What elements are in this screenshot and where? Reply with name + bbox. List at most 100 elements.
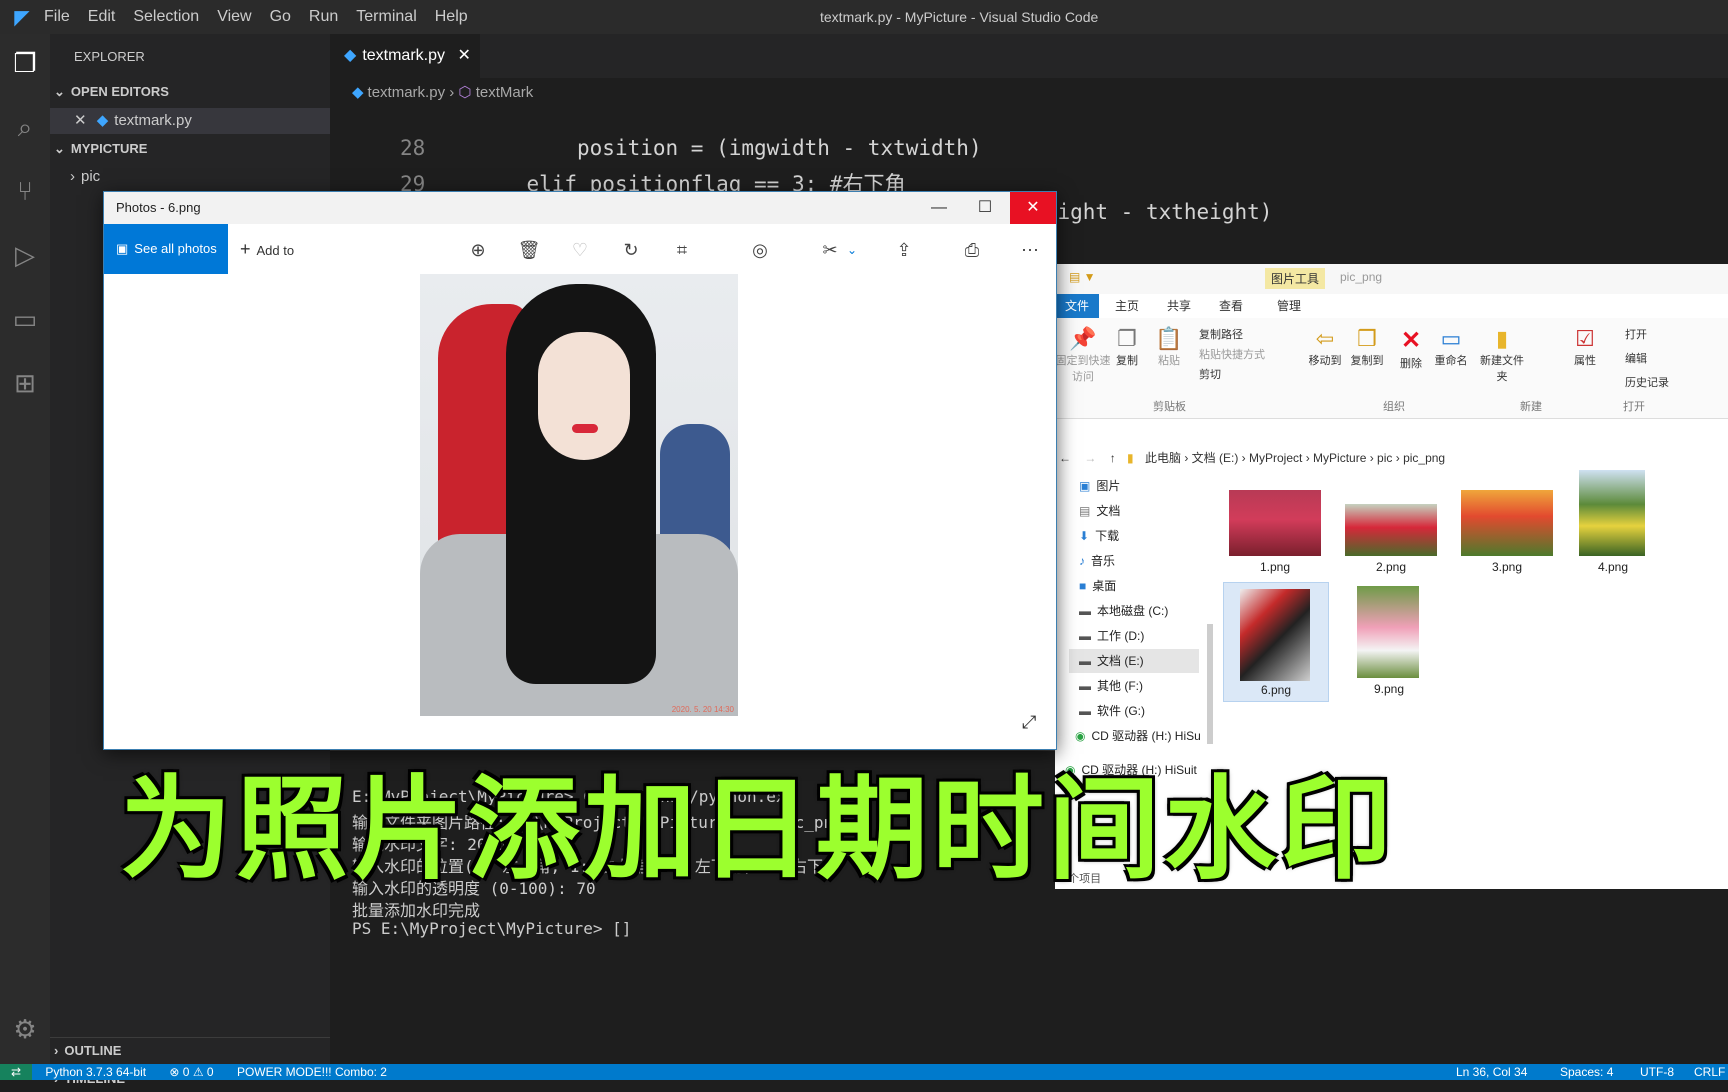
chevron-down-icon[interactable]: ⌄	[838, 236, 866, 264]
close-button[interactable]: ✕	[1010, 192, 1056, 224]
nav-item[interactable]: ▤文档	[1079, 499, 1120, 523]
delete-icon[interactable]: 🗑	[515, 236, 543, 264]
menu-terminal[interactable]: Terminal	[356, 8, 416, 26]
delete-button[interactable]: ✕删除	[1393, 326, 1429, 371]
new-folder-button[interactable]: ▮新建文件夹	[1479, 326, 1525, 384]
expand-icon[interactable]: ⤢	[1022, 712, 1036, 733]
nav-item-selected[interactable]: ▬文档 (E:)	[1069, 649, 1199, 673]
gear-icon[interactable]: ⚙	[8, 1012, 42, 1046]
menu-go[interactable]: Go	[270, 8, 291, 26]
breadcrumb-pc[interactable]: 此电脑	[1145, 451, 1181, 465]
forward-arrow-icon[interactable]: →	[1084, 451, 1096, 465]
breadcrumb-pic[interactable]: pic	[1377, 451, 1392, 465]
print-icon[interactable]: ⎙	[958, 236, 986, 264]
more-icon[interactable]: ⋯	[1016, 236, 1044, 264]
menu-help[interactable]: Help	[435, 8, 468, 26]
nav-scrollbar[interactable]	[1207, 624, 1213, 744]
breadcrumb-file[interactable]: textmark.py	[368, 84, 446, 101]
up-arrow-icon[interactable]: ↑	[1110, 451, 1116, 465]
history-button[interactable]: 历史记录	[1625, 374, 1669, 390]
open-button[interactable]: 打开	[1625, 326, 1647, 342]
edit-button[interactable]: 编辑	[1625, 350, 1647, 366]
breadcrumb-drive[interactable]: 文档 (E:)	[1192, 451, 1239, 465]
cursor-position[interactable]: Ln 36, Col 34	[1456, 1064, 1527, 1080]
nav-item[interactable]: ♪音乐	[1079, 549, 1115, 573]
nav-item[interactable]: ■桌面	[1079, 574, 1116, 598]
heart-icon[interactable]: ♡	[566, 236, 594, 264]
run-debug-icon[interactable]: ▷	[8, 238, 42, 272]
selected-file-tile[interactable]: 6.png	[1223, 582, 1329, 702]
breadcrumb-pic-png[interactable]: pic_png	[1403, 451, 1445, 465]
open-editors-section[interactable]: ⌄OPEN EDITORS	[50, 79, 330, 105]
nav-item[interactable]: ▬工作 (D:)	[1079, 624, 1144, 648]
pin-quick-access-button[interactable]: 📌固定到快速访问	[1055, 326, 1111, 384]
crop-icon[interactable]: ⌗	[668, 236, 696, 264]
search-icon[interactable]: ⌕	[8, 110, 42, 144]
address-bar[interactable]: ← → ↑ ▮ 此电脑 › 文档 (E:) › MyProject › MyPi…	[1055, 444, 1728, 472]
tab-view[interactable]: 查看	[1219, 294, 1243, 318]
menu-run[interactable]: Run	[309, 8, 338, 26]
copy-button[interactable]: ❐复制	[1107, 326, 1147, 368]
breadcrumb-symbol[interactable]: textMark	[476, 84, 534, 101]
eol[interactable]: CRLF	[1694, 1064, 1725, 1080]
project-section[interactable]: ⌄MYPICTURE	[50, 136, 330, 162]
maximize-button[interactable]: ☐	[962, 192, 1008, 224]
cut-button[interactable]: 剪切	[1199, 366, 1221, 382]
files-icon[interactable]: ❐	[8, 46, 42, 80]
problems-count[interactable]: ⊗ 0 ⚠ 0	[169, 1065, 213, 1079]
indentation[interactable]: Spaces: 4	[1560, 1064, 1613, 1080]
extensions-icon[interactable]: ⊞	[8, 366, 42, 400]
remote-explorer-icon[interactable]: ▭	[8, 302, 42, 336]
menu-file[interactable]: File	[44, 8, 70, 26]
terminal-prompt[interactable]: PS E:\MyProject\MyPicture> []	[352, 919, 631, 938]
close-icon[interactable]: ✕	[457, 47, 470, 64]
zoom-icon[interactable]: ⊕	[464, 236, 492, 264]
quick-access-icon[interactable]: ▤ ▼	[1069, 270, 1096, 284]
thumbnail[interactable]	[1229, 490, 1321, 556]
thumbnail[interactable]	[1461, 490, 1553, 556]
minimize-button[interactable]: —	[916, 192, 962, 224]
rename-button[interactable]: ▭重命名	[1431, 326, 1471, 368]
move-to-button[interactable]: ⇦移动到	[1305, 326, 1345, 368]
thumbnail[interactable]	[1345, 504, 1437, 556]
encoding[interactable]: UTF-8	[1640, 1064, 1674, 1080]
folder-pic[interactable]: ›pic	[50, 164, 330, 190]
breadcrumb-mypicture[interactable]: MyPicture	[1313, 451, 1366, 465]
nav-item[interactable]: ⬇下载	[1079, 524, 1119, 548]
tab-share[interactable]: 共享	[1167, 294, 1191, 318]
see-all-photos-button[interactable]: ▣See all photos	[104, 224, 228, 274]
copy-path-button[interactable]: 复制路径	[1199, 326, 1243, 342]
back-arrow-icon[interactable]: ←	[1059, 451, 1071, 465]
tab-textmark[interactable]: ◆textmark.py ✕	[330, 34, 480, 78]
nav-item[interactable]: ▬本地磁盘 (C:)	[1079, 599, 1168, 623]
copy-to-button[interactable]: ❒复制到	[1347, 326, 1387, 368]
source-control-icon[interactable]: ⑂	[8, 174, 42, 208]
thumbnail[interactable]	[1357, 586, 1419, 678]
paste-button[interactable]: 📋粘贴	[1149, 326, 1189, 368]
menu-selection[interactable]: Selection	[133, 8, 199, 26]
menu-view[interactable]: View	[217, 8, 251, 26]
paste-shortcut-button[interactable]: 粘贴快捷方式	[1199, 346, 1265, 362]
tab-manage[interactable]: 管理	[1277, 294, 1301, 318]
menu-edit[interactable]: Edit	[88, 8, 116, 26]
close-icon[interactable]: ✕	[74, 112, 87, 129]
breadcrumb-myproject[interactable]: MyProject	[1249, 451, 1302, 465]
thumbnail[interactable]	[1579, 470, 1645, 556]
share-icon[interactable]: ⇪	[890, 236, 918, 264]
nav-item[interactable]: ▬其他 (F:)	[1079, 674, 1143, 698]
properties-button[interactable]: ☑属性	[1567, 326, 1603, 368]
picture-tools-tab[interactable]: 图片工具	[1265, 268, 1325, 289]
add-to-button[interactable]: +Add to	[240, 224, 294, 274]
outline-section[interactable]: ›OUTLINE	[50, 1037, 330, 1064]
tab-home[interactable]: 主页	[1115, 294, 1139, 318]
nav-item[interactable]: ◉CD 驱动器 (H:) HiSu	[1075, 724, 1201, 748]
open-editor-item[interactable]: ✕ ◆textmark.py	[50, 108, 330, 134]
rotate-icon[interactable]: ↻	[617, 236, 645, 264]
nav-item[interactable]: ▣图片	[1079, 474, 1120, 498]
remote-icon[interactable]: ⇄	[0, 1064, 32, 1080]
python-interpreter[interactable]: Python 3.7.3 64-bit	[45, 1065, 146, 1079]
file-name: 9.png	[1343, 682, 1435, 696]
nav-item[interactable]: ▬软件 (G:)	[1079, 699, 1145, 723]
tab-file[interactable]: 文件	[1055, 294, 1099, 318]
enhance-icon[interactable]: ◎	[746, 236, 774, 264]
